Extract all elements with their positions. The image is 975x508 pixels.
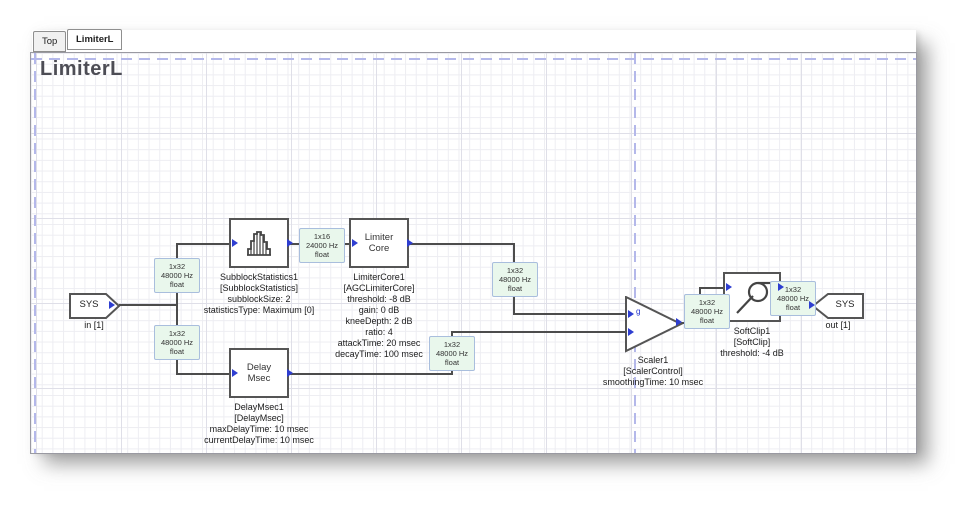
output-pin[interactable]: [407, 239, 413, 247]
input-pin[interactable]: [726, 283, 732, 291]
output-pin[interactable]: [109, 301, 115, 309]
softclip-curve-icon: [730, 277, 774, 317]
block-type: [SoftClip]: [662, 337, 842, 348]
block-prop: smoothingTime: 10 msec: [563, 377, 743, 388]
block-prop: currentDelayTime: 10 msec: [159, 435, 359, 446]
output-pin[interactable]: [287, 369, 293, 377]
block-prop: ratio: 4: [289, 327, 469, 338]
block-type: [AGCLimiterCore]: [289, 283, 469, 294]
block-caption: Scaler1 [ScalerControl] smoothingTime: 1…: [563, 355, 743, 388]
input-pin[interactable]: [232, 369, 238, 377]
wire-segment[interactable]: [699, 287, 725, 289]
sys-input-caption: in [1]: [59, 320, 129, 331]
block-caption: DelayMsec1 [DelayMsec] maxDelayTime: 10 …: [159, 402, 359, 446]
gain-pin-label: g: [636, 307, 640, 316]
block-limitercore[interactable]: LimiterCore: [349, 218, 409, 268]
block-caption: LimiterCore1 [AGCLimiterCore] threshold:…: [289, 272, 469, 360]
wire-segment[interactable]: [177, 373, 230, 375]
input-pin[interactable]: [352, 239, 358, 247]
block-prop: threshold: -4 dB: [662, 348, 842, 359]
block-name: DelayMsec1: [159, 402, 359, 413]
output-pin[interactable]: [778, 283, 784, 291]
page-boundary-line-vertical-left: [34, 53, 36, 453]
page-boundary-line-horizontal: [31, 58, 916, 60]
wire-type-label[interactable]: 1x3248000 Hzfloat: [684, 294, 730, 329]
block-subblockstatistics[interactable]: [229, 218, 289, 268]
input-pin[interactable]: [628, 328, 634, 336]
block-prop: threshold: -8 dB: [289, 294, 469, 305]
wire-segment[interactable]: [289, 373, 453, 375]
sys-output-caption: out [1]: [803, 320, 873, 331]
wire-type-label[interactable]: 1x3248000 Hzfloat: [770, 281, 816, 316]
page-boundary-line-vertical-mid: [634, 53, 636, 453]
wire-segment[interactable]: [177, 243, 230, 245]
sys-output-port-label: SYS: [825, 299, 865, 310]
wire-type-label[interactable]: 1x3248000 Hzfloat: [492, 262, 538, 297]
block-delaymsec[interactable]: DelayMsec: [229, 348, 289, 398]
block-prop: attackTime: 20 msec: [289, 338, 469, 349]
output-pin[interactable]: [676, 318, 682, 326]
block-prop: kneeDepth: 2 dB: [289, 316, 469, 327]
page-title: LimiterL: [40, 58, 123, 81]
wire-segment[interactable]: [451, 331, 627, 333]
tab-top[interactable]: Top: [33, 31, 66, 52]
block-prop: gain: 0 dB: [289, 305, 469, 316]
block-type: [ScalerControl]: [563, 366, 743, 377]
block-prop: maxDelayTime: 10 msec: [159, 424, 359, 435]
input-pin[interactable]: [628, 310, 634, 318]
wire-type-label[interactable]: 1x3248000 Hzfloat: [154, 325, 200, 360]
output-pin[interactable]: [287, 239, 293, 247]
block-prop: decayTime: 100 msec: [289, 349, 469, 360]
sys-input-port-label: SYS: [69, 299, 109, 310]
wire-segment[interactable]: [513, 313, 627, 315]
block-inner-label: DelayMsec: [247, 362, 271, 384]
block-inner-label: LimiterCore: [365, 232, 394, 254]
tab-limiterl[interactable]: LimiterL: [67, 29, 122, 50]
input-pin[interactable]: [232, 239, 238, 247]
screenshot-stage: Top LimiterL LimiterL SYS in [1]: [0, 0, 975, 508]
block-type: [DelayMsec]: [159, 413, 359, 424]
wire-type-label[interactable]: 1x1624000 Hzfloat: [299, 228, 345, 263]
block-name: LimiterCore1: [289, 272, 469, 283]
diagram-canvas[interactable]: LimiterL SYS in [1]: [30, 52, 917, 454]
histogram-icon: [244, 229, 274, 257]
input-pin[interactable]: [809, 301, 815, 309]
wire-segment[interactable]: [409, 243, 515, 245]
